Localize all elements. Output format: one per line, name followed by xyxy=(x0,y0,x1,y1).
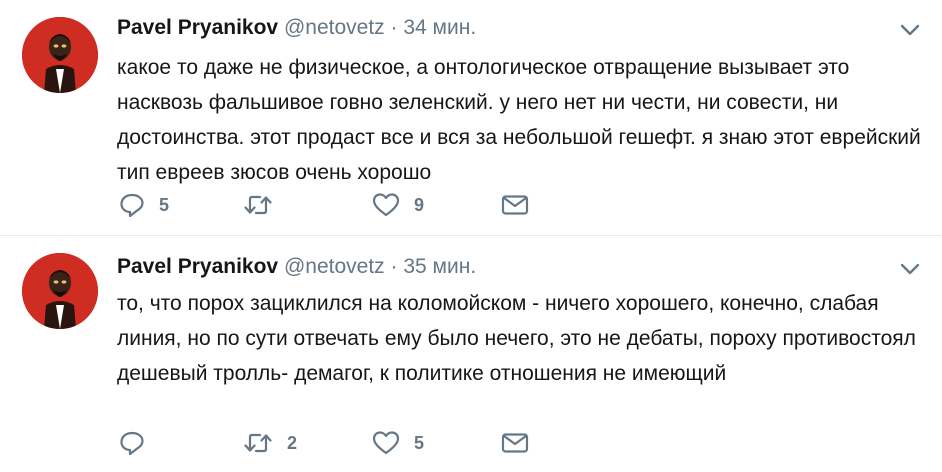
avatar[interactable] xyxy=(22,253,98,329)
like-button[interactable]: 9 xyxy=(372,190,424,220)
retweet-count: 2 xyxy=(287,432,298,453)
author-name[interactable]: Pavel Pryanikov xyxy=(117,255,278,278)
like-count: 5 xyxy=(414,432,425,453)
tweet[interactable]: Pavel Pryanikov @netovetz · 34 мин. како… xyxy=(0,0,942,236)
reply-count: 5 xyxy=(159,194,170,215)
more-menu-button[interactable] xyxy=(900,262,920,276)
avatar[interactable] xyxy=(22,17,98,93)
avatar-portrait-icon xyxy=(22,253,98,329)
envelope-icon xyxy=(501,433,529,453)
heart-icon xyxy=(372,193,400,217)
tweet-header: Pavel Pryanikov @netovetz · 35 мин. xyxy=(117,254,476,280)
direct-message-button[interactable] xyxy=(501,428,529,458)
retweet-button[interactable] xyxy=(243,190,287,220)
more-menu-button[interactable] xyxy=(900,23,920,37)
tweet-text: то, что порох зациклился на коломойском … xyxy=(117,292,916,385)
retweet-icon xyxy=(244,195,272,215)
author-handle[interactable]: @netovetz xyxy=(284,16,385,39)
separator-dot: · xyxy=(390,255,398,278)
like-count: 9 xyxy=(414,194,425,215)
retweet-button[interactable]: 2 xyxy=(243,428,297,458)
author-handle[interactable]: @netovetz xyxy=(284,255,385,278)
avatar-portrait-icon xyxy=(22,17,98,93)
reply-button[interactable]: 5 xyxy=(119,190,169,220)
reply-button[interactable] xyxy=(119,428,159,458)
separator-dot: · xyxy=(390,16,398,39)
tweet-actions: 2 5 xyxy=(117,428,547,458)
chevron-down-icon xyxy=(900,263,920,275)
like-button[interactable]: 5 xyxy=(372,428,424,458)
direct-message-button[interactable] xyxy=(501,190,529,220)
retweet-icon xyxy=(244,433,272,453)
timestamp[interactable]: 35 мин. xyxy=(403,255,476,278)
tweet-actions: 5 9 xyxy=(117,190,547,220)
reply-icon xyxy=(120,193,144,218)
heart-icon xyxy=(372,431,400,455)
chevron-down-icon xyxy=(900,24,920,36)
tweet-text: какое то даже не физическое, а онтологич… xyxy=(117,56,921,184)
reply-icon xyxy=(120,431,144,456)
envelope-icon xyxy=(501,195,529,215)
tweet[interactable]: Pavel Pryanikov @netovetz · 35 мин. то, … xyxy=(0,237,942,472)
tweet-header: Pavel Pryanikov @netovetz · 34 мин. xyxy=(117,15,476,41)
timestamp[interactable]: 34 мин. xyxy=(403,16,476,39)
author-name[interactable]: Pavel Pryanikov xyxy=(117,16,278,39)
